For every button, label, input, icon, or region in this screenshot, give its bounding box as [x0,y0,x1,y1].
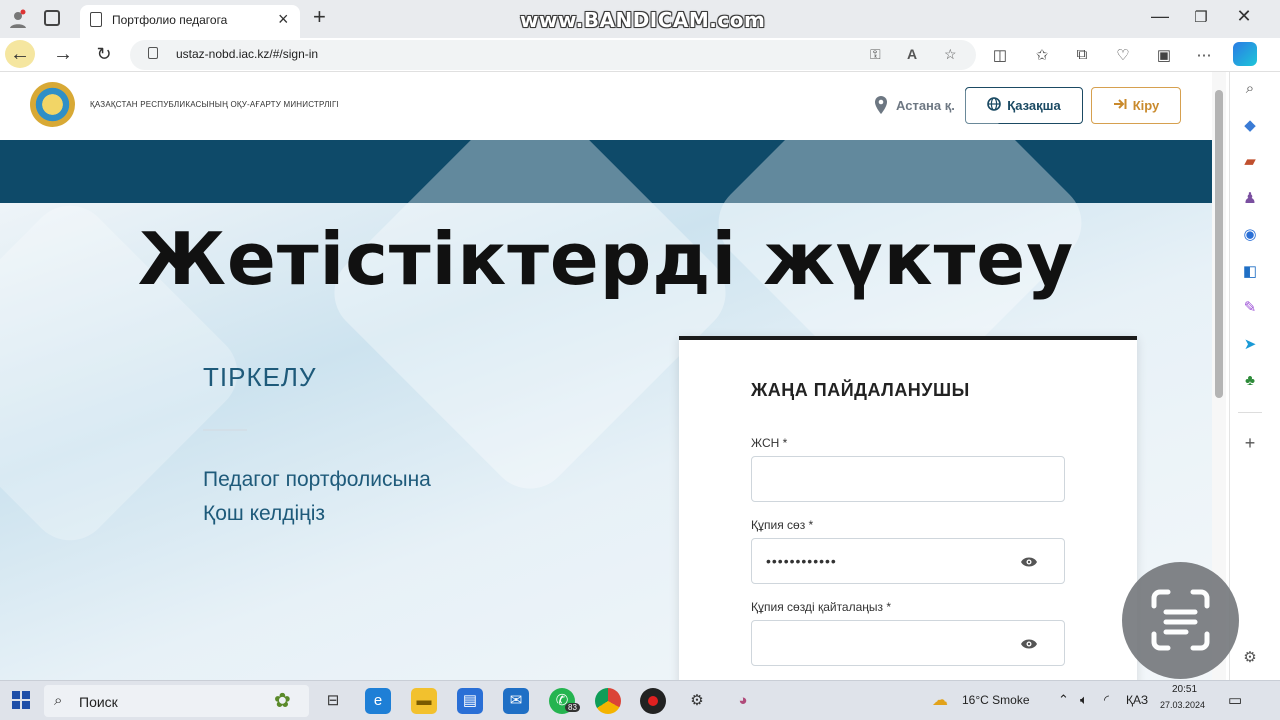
visual-search-lens-button[interactable] [1122,562,1239,679]
tab-actions-icon[interactable] [44,10,60,26]
settings-gear-icon[interactable]: ⚙ [1238,648,1262,670]
iin-label: ЖСН * [751,436,788,450]
windows-start-icon[interactable] [12,691,30,714]
screenshot-icon[interactable]: ▣ [1152,46,1176,64]
record-icon[interactable] [640,688,666,714]
scrollbar-thumb[interactable] [1215,90,1223,398]
page-icon [90,12,102,27]
outlook-icon[interactable]: ◧ [1238,262,1262,284]
site-info-icon[interactable] [148,47,158,59]
edge-browser-icon[interactable]: e [365,688,391,714]
forward-button[interactable]: → [48,40,78,68]
show-password-eye-icon[interactable] [1020,555,1038,567]
search-icon[interactable]: ⌕ [1238,80,1262,102]
key-icon[interactable]: ⚿ [870,46,881,63]
form-heading: ЖАҢА ПАЙДАЛАНУШЫ [751,380,970,400]
iin-field[interactable] [751,456,1065,502]
paint-icon[interactable]: ◕ [730,688,756,714]
state-emblem-logo[interactable] [30,82,75,127]
show-password-repeat-eye-icon[interactable] [1020,637,1038,649]
favorite-star-icon[interactable]: ☆ [944,46,957,63]
password-field[interactable] [751,538,1065,584]
tab-title: Портфолио педагога [112,13,228,27]
welcome-line-2: Қош келдіңіз [203,502,326,525]
search-placeholder: Поиск [79,694,118,710]
close-window-button[interactable]: ✕ [1229,6,1259,27]
tree-icon[interactable]: ♣ [1238,372,1262,394]
shopping-tag-icon[interactable]: ◆ [1238,116,1262,138]
refresh-button[interactable]: ↻ [89,40,119,68]
register-title: ТІРКЕЛУ [203,362,317,392]
password-repeat-label: Құпия сөзді қайталаңыз * [751,600,892,614]
minimize-button[interactable]: — [1145,6,1175,27]
more-menu-icon[interactable]: ⋯ [1192,46,1216,64]
globe-icon [987,97,1002,114]
password-label: Құпия сөз * [751,518,814,532]
read-aloud-icon[interactable]: A [907,46,917,62]
chrome-icon[interactable] [595,688,621,714]
ministry-name: ҚАЗАҚСТАН РЕСПУБЛИКАСЫНЫҢ ОҚУ-АҒАРТУ МИН… [90,100,339,109]
network-icon[interactable]: ◜ [1104,692,1109,708]
favorites-icon[interactable]: ✩ [1030,46,1054,64]
welcome-line-1: Педагог портфолисына [203,468,431,491]
site-header: ҚАЗАҚСТАН РЕСПУБЛИКАСЫНЫҢ ОҚУ-АҒАРТУ МИН… [0,72,1212,140]
store-icon[interactable]: ▤ [457,688,483,714]
sidebar-divider [1238,412,1262,413]
search-highlight-icon: ✿ [274,690,291,712]
file-explorer-icon[interactable]: ▬ [411,688,437,714]
collections-icon[interactable]: ⧉ [1070,46,1094,63]
microsoft-365-icon[interactable]: ◉ [1238,225,1262,247]
profile-icon[interactable] [8,9,28,29]
language-label: Қазақша [1007,98,1061,113]
mail-icon[interactable]: ✉ [503,688,529,714]
restore-button[interactable]: ❐ [1186,8,1216,26]
browser-essentials-icon[interactable]: ♡ [1111,46,1135,64]
video-overlay-title: Жетістіктерді жүктеу [137,217,1075,301]
recorder-watermark: www.BANDICAM.com [520,8,766,32]
search-icon: ⌕ [54,692,63,709]
input-language[interactable]: ҚАЗ [1126,693,1148,707]
web-page: ҚАЗАҚСТАН РЕСПУБЛИКАСЫНЫҢ ОҚУ-АҒАРТУ МИН… [0,72,1212,680]
new-tab-icon[interactable]: + [313,4,326,30]
title-divider [203,429,247,431]
settings-icon[interactable]: ⚙ [684,688,710,714]
taskbar-search[interactable]: ⌕ Поиск ✿ [44,685,309,717]
scan-text-icon [1151,589,1210,651]
tray-chevron-icon[interactable]: ⌃ [1058,692,1069,708]
browser-tab-bar: Портфолио педагога × + www.BANDICAM.com … [0,0,1280,38]
volume-icon[interactable]: 🔈︎ [1080,692,1088,708]
drop-icon[interactable]: ➤ [1238,335,1262,357]
games-icon[interactable]: ♟ [1238,189,1262,211]
login-button[interactable]: Кіру [1091,87,1181,124]
password-repeat-field[interactable] [751,620,1065,666]
tab-close-icon[interactable]: × [278,9,289,30]
address-bar[interactable]: ustaz-nobd.iac.kz/#/sign-in ⚿ A ☆ [130,40,976,70]
browser-toolbar: ← → ↻ ustaz-nobd.iac.kz/#/sign-in ⚿ A ☆ … [0,38,1280,72]
weather-icon[interactable]: ☁ [932,690,948,710]
windows-taskbar: ⌕ Поиск ✿ ⊟ e ▬ ▤ ✉ ✆ 83 ⚙ ◕ ☁ 16°C Smok… [0,680,1280,720]
task-view-icon[interactable]: ⊟ [320,688,346,714]
copilot-icon[interactable] [1233,42,1257,66]
login-label: Кіру [1132,98,1160,113]
url-text[interactable]: ustaz-nobd.iac.kz/#/sign-in [176,47,318,61]
clock-time[interactable]: 20:51 [1172,684,1197,695]
notification-badge: 83 [565,703,580,712]
welcome-text: Педагог портфолисына Қош келдіңіз [203,463,431,531]
designer-icon[interactable]: ✎ [1238,298,1262,320]
split-screen-icon[interactable]: ◫ [988,46,1012,64]
notifications-icon[interactable]: ▭ [1228,691,1242,709]
registration-form: ЖАҢА ПАЙДАЛАНУШЫ ЖСН * Құпия сөз * Құпия… [679,336,1137,680]
browser-tab[interactable]: Портфолио педагога × [80,5,300,38]
weather-text[interactable]: 16°C Smoke [962,693,1030,707]
sign-in-icon [1113,98,1127,113]
clock-date[interactable]: 27.03.2024 [1160,700,1205,710]
back-button[interactable]: ← [5,40,35,68]
tools-briefcase-icon[interactable]: ▰ [1238,152,1262,174]
add-icon[interactable]: + [1238,433,1262,455]
